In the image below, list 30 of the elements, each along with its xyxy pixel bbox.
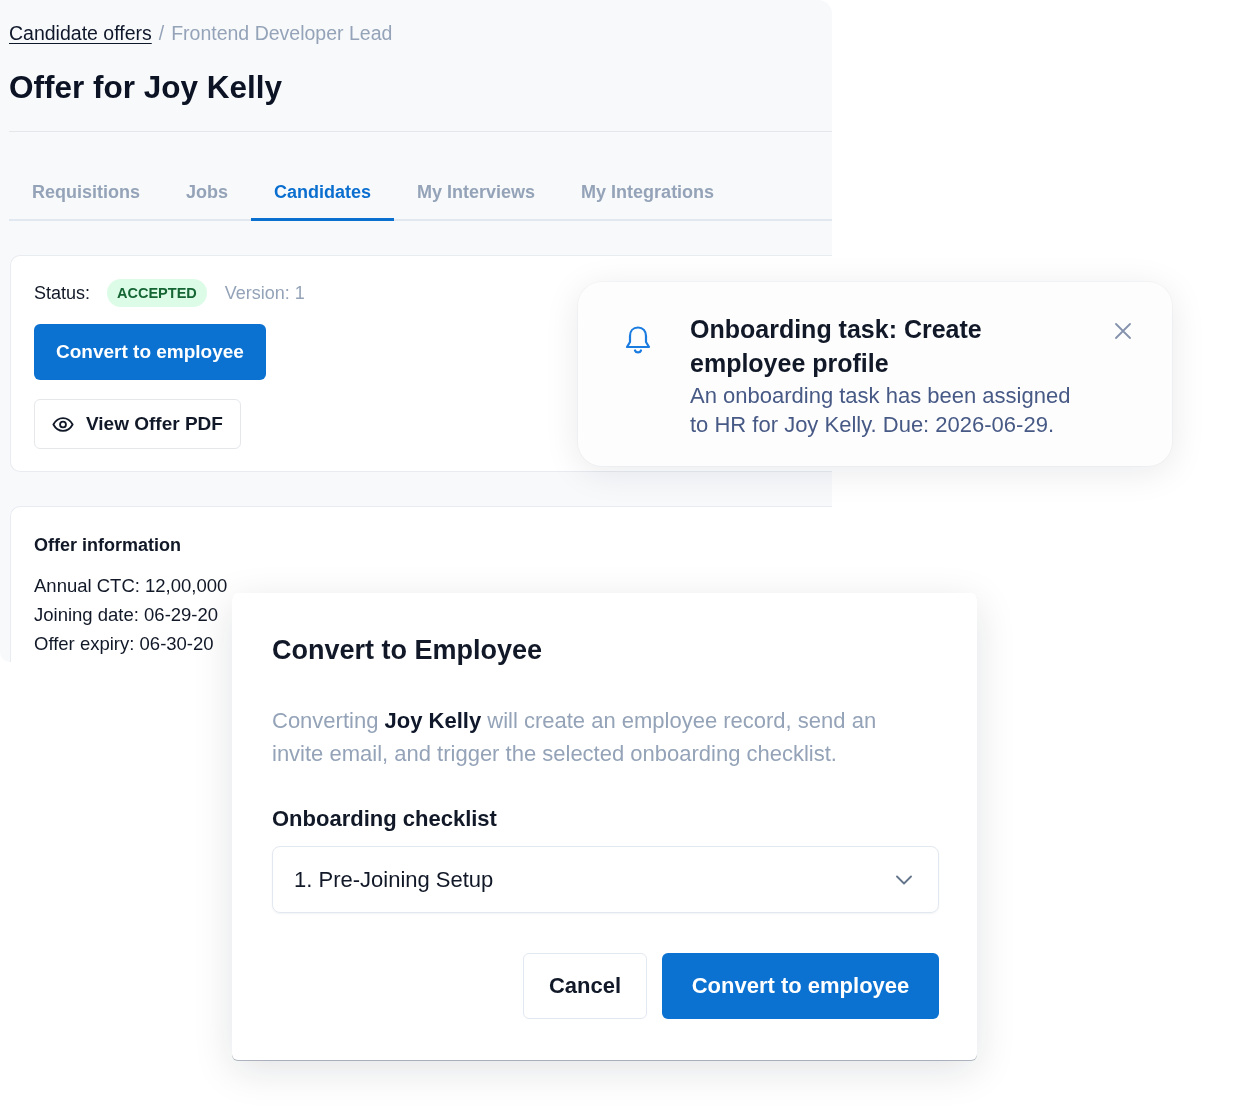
tab[interactable]: My Integrations <box>558 163 738 221</box>
breadcrumb-link[interactable]: Candidate offers <box>9 20 152 46</box>
dialog-message: Converting Joy Kelly will create an employee record, send an invite email, and trigger the selected onboarding checklist. <box>272 707 878 768</box>
version-label: Version: 1 <box>224 282 305 304</box>
chevron-down-icon <box>896 874 912 885</box>
offer-info-line: Joining date: 06-29-20 <box>34 603 219 627</box>
offer-info-line: Offer expiry: 06-30-20 <box>34 632 214 656</box>
checklist-select[interactable]: 1. Pre-Joining Setup <box>272 846 939 913</box>
offer-info-title: Offer information <box>34 534 181 556</box>
status-badge: ACCEPTED <box>107 279 207 307</box>
cancel-button[interactable]: Cancel <box>523 953 647 1019</box>
tab[interactable]: Jobs <box>163 163 252 221</box>
breadcrumb-separator: / <box>158 21 165 46</box>
eye-icon <box>52 416 74 432</box>
tab[interactable]: My Interviews <box>394 163 559 221</box>
tab[interactable]: Requisitions <box>9 163 163 221</box>
status-label: Status: <box>34 282 91 304</box>
field-label: Onboarding checklist <box>272 805 497 833</box>
page-title: Offer for Joy Kelly <box>9 68 283 107</box>
breadcrumb-current: Frontend Developer Lead <box>171 21 393 46</box>
tab[interactable]: Candidates <box>251 163 395 221</box>
offer-info-line: Annual CTC: 12,00,000 <box>34 574 228 598</box>
toast-message: An onboarding task has been assigned to HR for Joy Kelly. Due: 2026-06-29. <box>690 382 1072 439</box>
view-offer-pdf-button[interactable]: View Offer PDF <box>34 399 241 449</box>
dialog-title: Convert to Employee <box>272 634 543 667</box>
bell-icon <box>625 325 651 355</box>
convert-button[interactable]: Convert to employee <box>34 324 266 380</box>
close-icon[interactable] <box>1115 323 1131 339</box>
toast-title: Onboarding task: Create employee profile <box>690 314 983 379</box>
confirm-button[interactable]: Convert to employee <box>662 953 939 1019</box>
